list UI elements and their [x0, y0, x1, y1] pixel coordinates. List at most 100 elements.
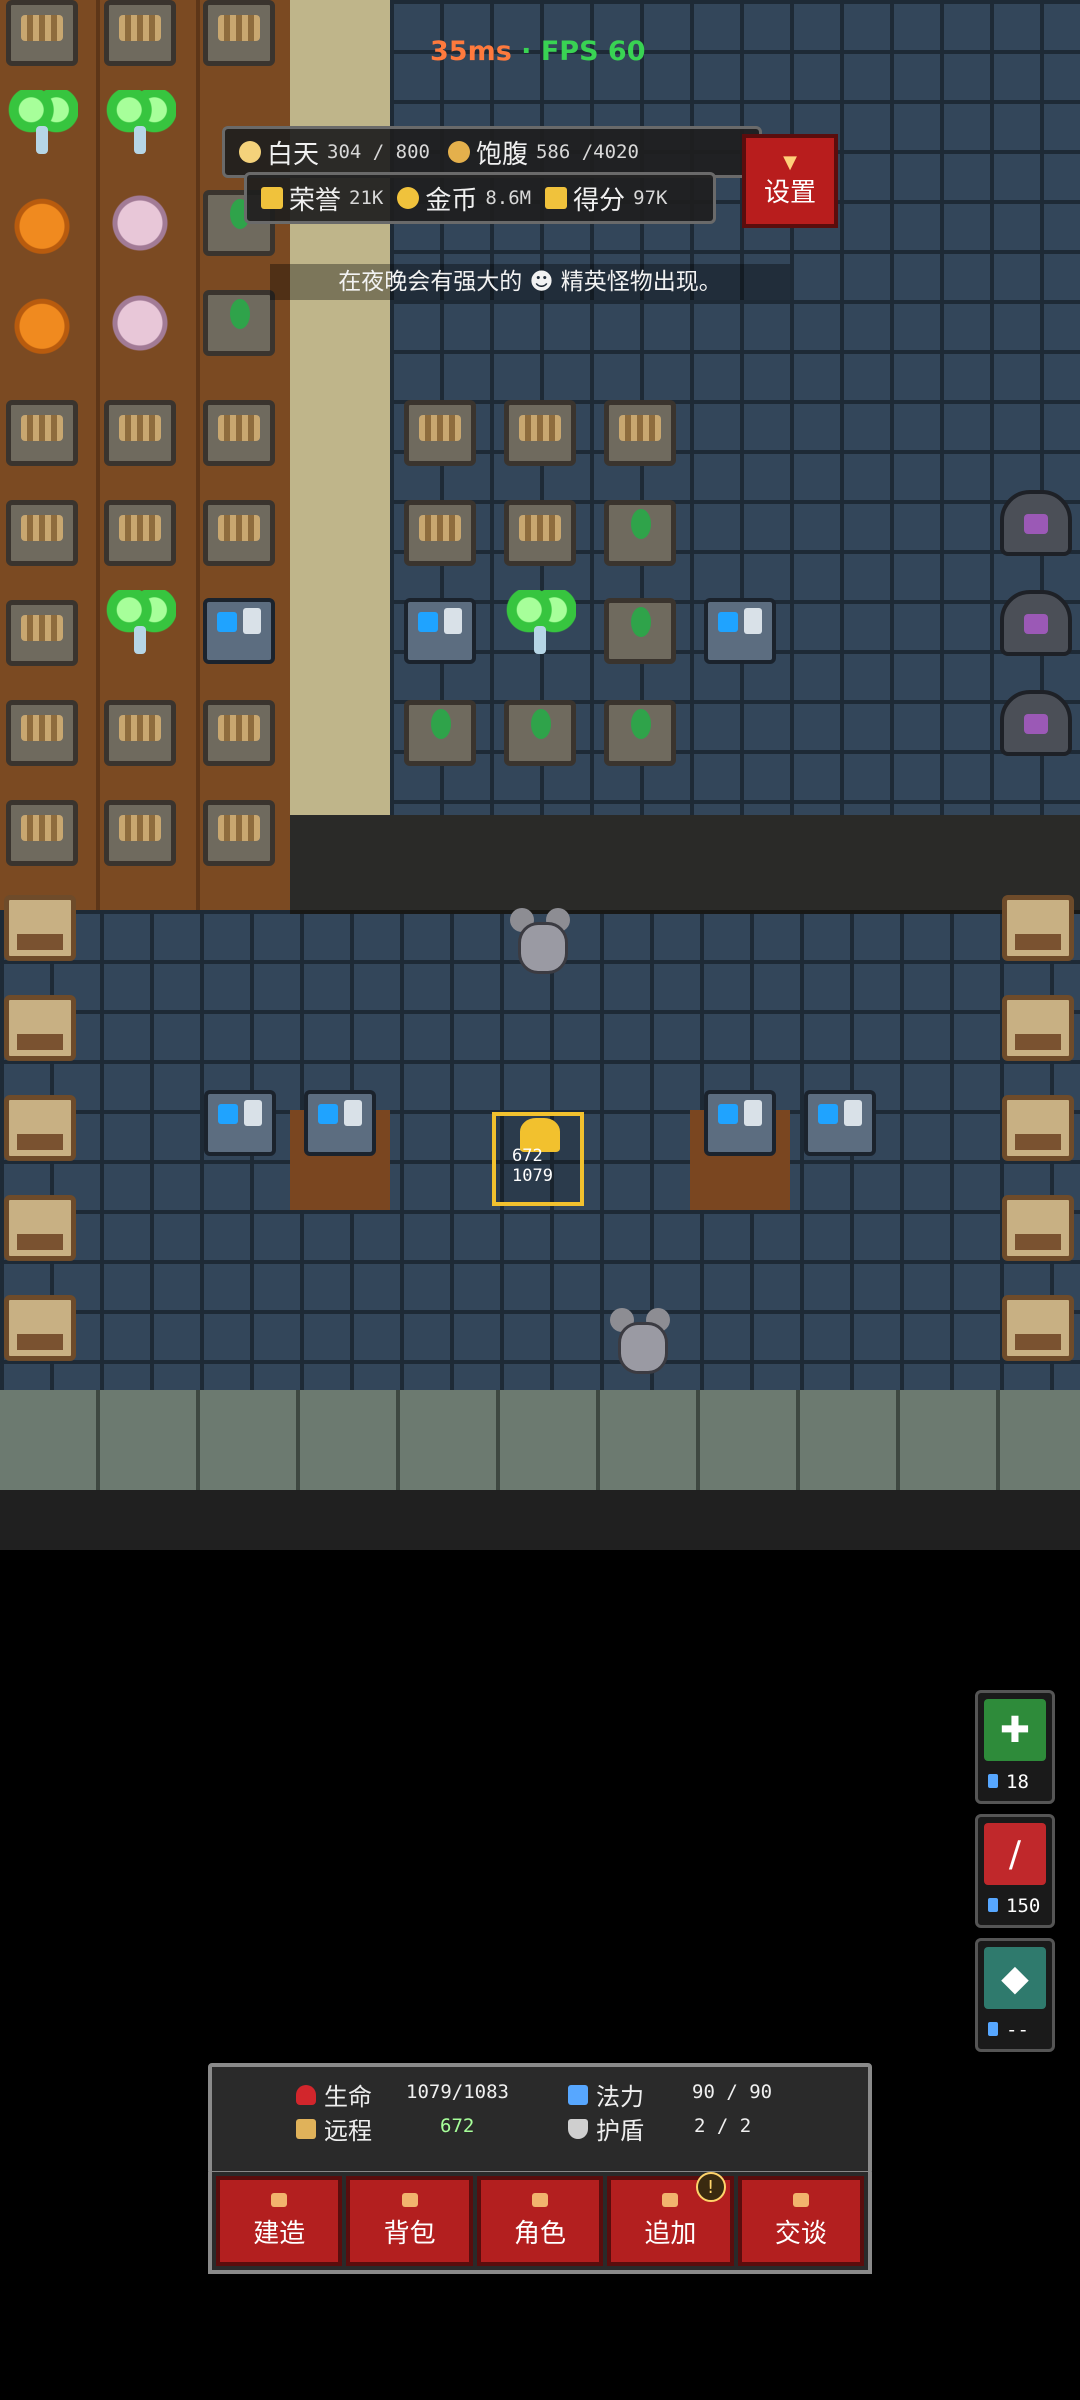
- stat-hp: 生命: [296, 2077, 372, 2112]
- door-right[interactable]: [1002, 995, 1074, 1061]
- talk-button[interactable]: 交谈: [737, 2176, 865, 2266]
- crop-planter[interactable]: [404, 400, 476, 466]
- skill-slash-button[interactable]: / 150: [975, 1814, 1055, 1928]
- crop-planter[interactable]: [6, 400, 78, 466]
- speech-icon: [792, 2192, 809, 2207]
- ping-value: 35ms: [430, 36, 512, 67]
- hp-label: 生命: [324, 2083, 372, 2111]
- door-right[interactable]: [1002, 1095, 1074, 1161]
- door-left[interactable]: [4, 895, 76, 961]
- crop-planter[interactable]: [104, 700, 176, 766]
- sprout-crop[interactable]: [604, 598, 676, 664]
- stat-shield-value: 2 / 2: [694, 2115, 752, 2137]
- machine-block[interactable]: [404, 598, 476, 664]
- door-right[interactable]: [1002, 1295, 1074, 1361]
- sun-icon: [239, 141, 261, 163]
- machine-block[interactable]: [304, 1090, 376, 1156]
- character-button[interactable]: 角色: [476, 2176, 604, 2266]
- settings-label: 设置: [763, 177, 816, 208]
- door-left[interactable]: [4, 1295, 76, 1361]
- backpack-button[interactable]: 背包: [346, 2176, 473, 2266]
- fps-separator: ·: [511, 36, 541, 67]
- potion-icon: [568, 2084, 588, 2105]
- sprinkler-bulb[interactable]: [104, 90, 176, 156]
- door-right[interactable]: [1002, 895, 1074, 961]
- machine-block[interactable]: [804, 1090, 876, 1156]
- crop-planter[interactable]: [203, 0, 275, 66]
- crop-planter[interactable]: [203, 500, 275, 566]
- pumpkin-crop[interactable]: [6, 290, 78, 356]
- gold-label: 金币: [425, 185, 478, 216]
- sprout-crop[interactable]: [504, 700, 576, 766]
- door-left[interactable]: [4, 1195, 76, 1261]
- crop-planter[interactable]: [6, 500, 78, 566]
- sprout-crop[interactable]: [404, 700, 476, 766]
- portal-pod[interactable]: [1000, 590, 1072, 656]
- radish-crop[interactable]: [104, 190, 176, 256]
- sprout-crop[interactable]: [604, 700, 676, 766]
- backpack-label: 背包: [383, 2218, 436, 2249]
- door-left[interactable]: [4, 995, 76, 1061]
- build-button[interactable]: 建造: [216, 2176, 343, 2266]
- crop-planter[interactable]: [504, 500, 576, 566]
- crop-planter[interactable]: [104, 0, 176, 66]
- stone-edge: [0, 1490, 1080, 1550]
- coin-icon: [397, 187, 420, 209]
- crop-planter[interactable]: [604, 400, 676, 466]
- honor-label: 荣誉: [289, 185, 342, 216]
- portal-pod[interactable]: [1000, 490, 1072, 556]
- melon-crop[interactable]: [203, 290, 275, 356]
- crop-planter[interactable]: [104, 400, 176, 466]
- stat-mana: 法力: [568, 2077, 644, 2112]
- stone-slab-border: [0, 1390, 1080, 1490]
- machine-block[interactable]: [204, 1090, 276, 1156]
- sprinkler-bulb[interactable]: [6, 90, 78, 156]
- pumpkin-crop[interactable]: [6, 190, 78, 256]
- door-left[interactable]: [4, 1095, 76, 1161]
- sprinkler-bulb[interactable]: [104, 590, 176, 656]
- crop-planter[interactable]: [203, 400, 275, 466]
- crop-planter[interactable]: [6, 0, 78, 66]
- skill-cost: 150: [988, 1895, 1040, 1917]
- crop-planter[interactable]: [104, 500, 176, 566]
- crop-planter[interactable]: [404, 500, 476, 566]
- skill-shield-button[interactable]: ◆ --: [975, 1938, 1055, 2052]
- game-world[interactable]: 672 1079: [0, 0, 1080, 1550]
- crop-planter[interactable]: [6, 700, 78, 766]
- machine-block[interactable]: [704, 1090, 776, 1156]
- stat-mana-value: 90 / 90: [692, 2081, 773, 2103]
- shield-small-icon: [568, 2118, 588, 2139]
- satiety-label: 饱腹: [475, 139, 528, 170]
- settings-button[interactable]: ▼ 设置: [742, 134, 838, 228]
- crop-planter[interactable]: [6, 800, 78, 866]
- bottom-menu: 建造 背包 角色 追加 ! 交谈: [208, 2172, 872, 2274]
- character-label: 角色: [514, 2218, 567, 2249]
- player-stats-panel: 生命 1079/1083 远程 672 法力 90 / 90 护盾 2 / 2: [208, 2063, 872, 2175]
- bow-icon: [296, 2118, 316, 2139]
- wall-row: [290, 815, 1080, 914]
- machine-block[interactable]: [704, 598, 776, 664]
- skill-heal-button[interactable]: ✚ 18: [975, 1690, 1055, 1804]
- crop-planter[interactable]: [6, 600, 78, 666]
- machine-block[interactable]: [203, 598, 275, 664]
- satiety-value: 586 /4020: [535, 141, 639, 163]
- crop-planter[interactable]: [203, 800, 275, 866]
- bag-icon: [401, 2192, 418, 2207]
- crop-planter[interactable]: [104, 800, 176, 866]
- crown-icon: [261, 187, 283, 209]
- append-button[interactable]: 追加 !: [607, 2172, 734, 2266]
- crop-planter[interactable]: [504, 400, 576, 466]
- build-label: 建造: [253, 2218, 306, 2249]
- portal-pod[interactable]: [1000, 690, 1072, 756]
- sprout-crop[interactable]: [604, 500, 676, 566]
- radish-crop[interactable]: [104, 290, 176, 356]
- player-character[interactable]: 672 1079: [492, 1112, 584, 1206]
- door-right[interactable]: [1002, 1195, 1074, 1261]
- rat-enemy[interactable]: [608, 1308, 672, 1374]
- crop-planter[interactable]: [203, 700, 275, 766]
- sprinkler-bulb[interactable]: [504, 590, 576, 656]
- fps-display: 35ms · FPS 60: [430, 36, 646, 67]
- stat-hp-value: 1079/1083: [406, 2081, 509, 2103]
- gear-icon: ▼: [783, 151, 797, 173]
- rat-enemy[interactable]: [508, 908, 572, 974]
